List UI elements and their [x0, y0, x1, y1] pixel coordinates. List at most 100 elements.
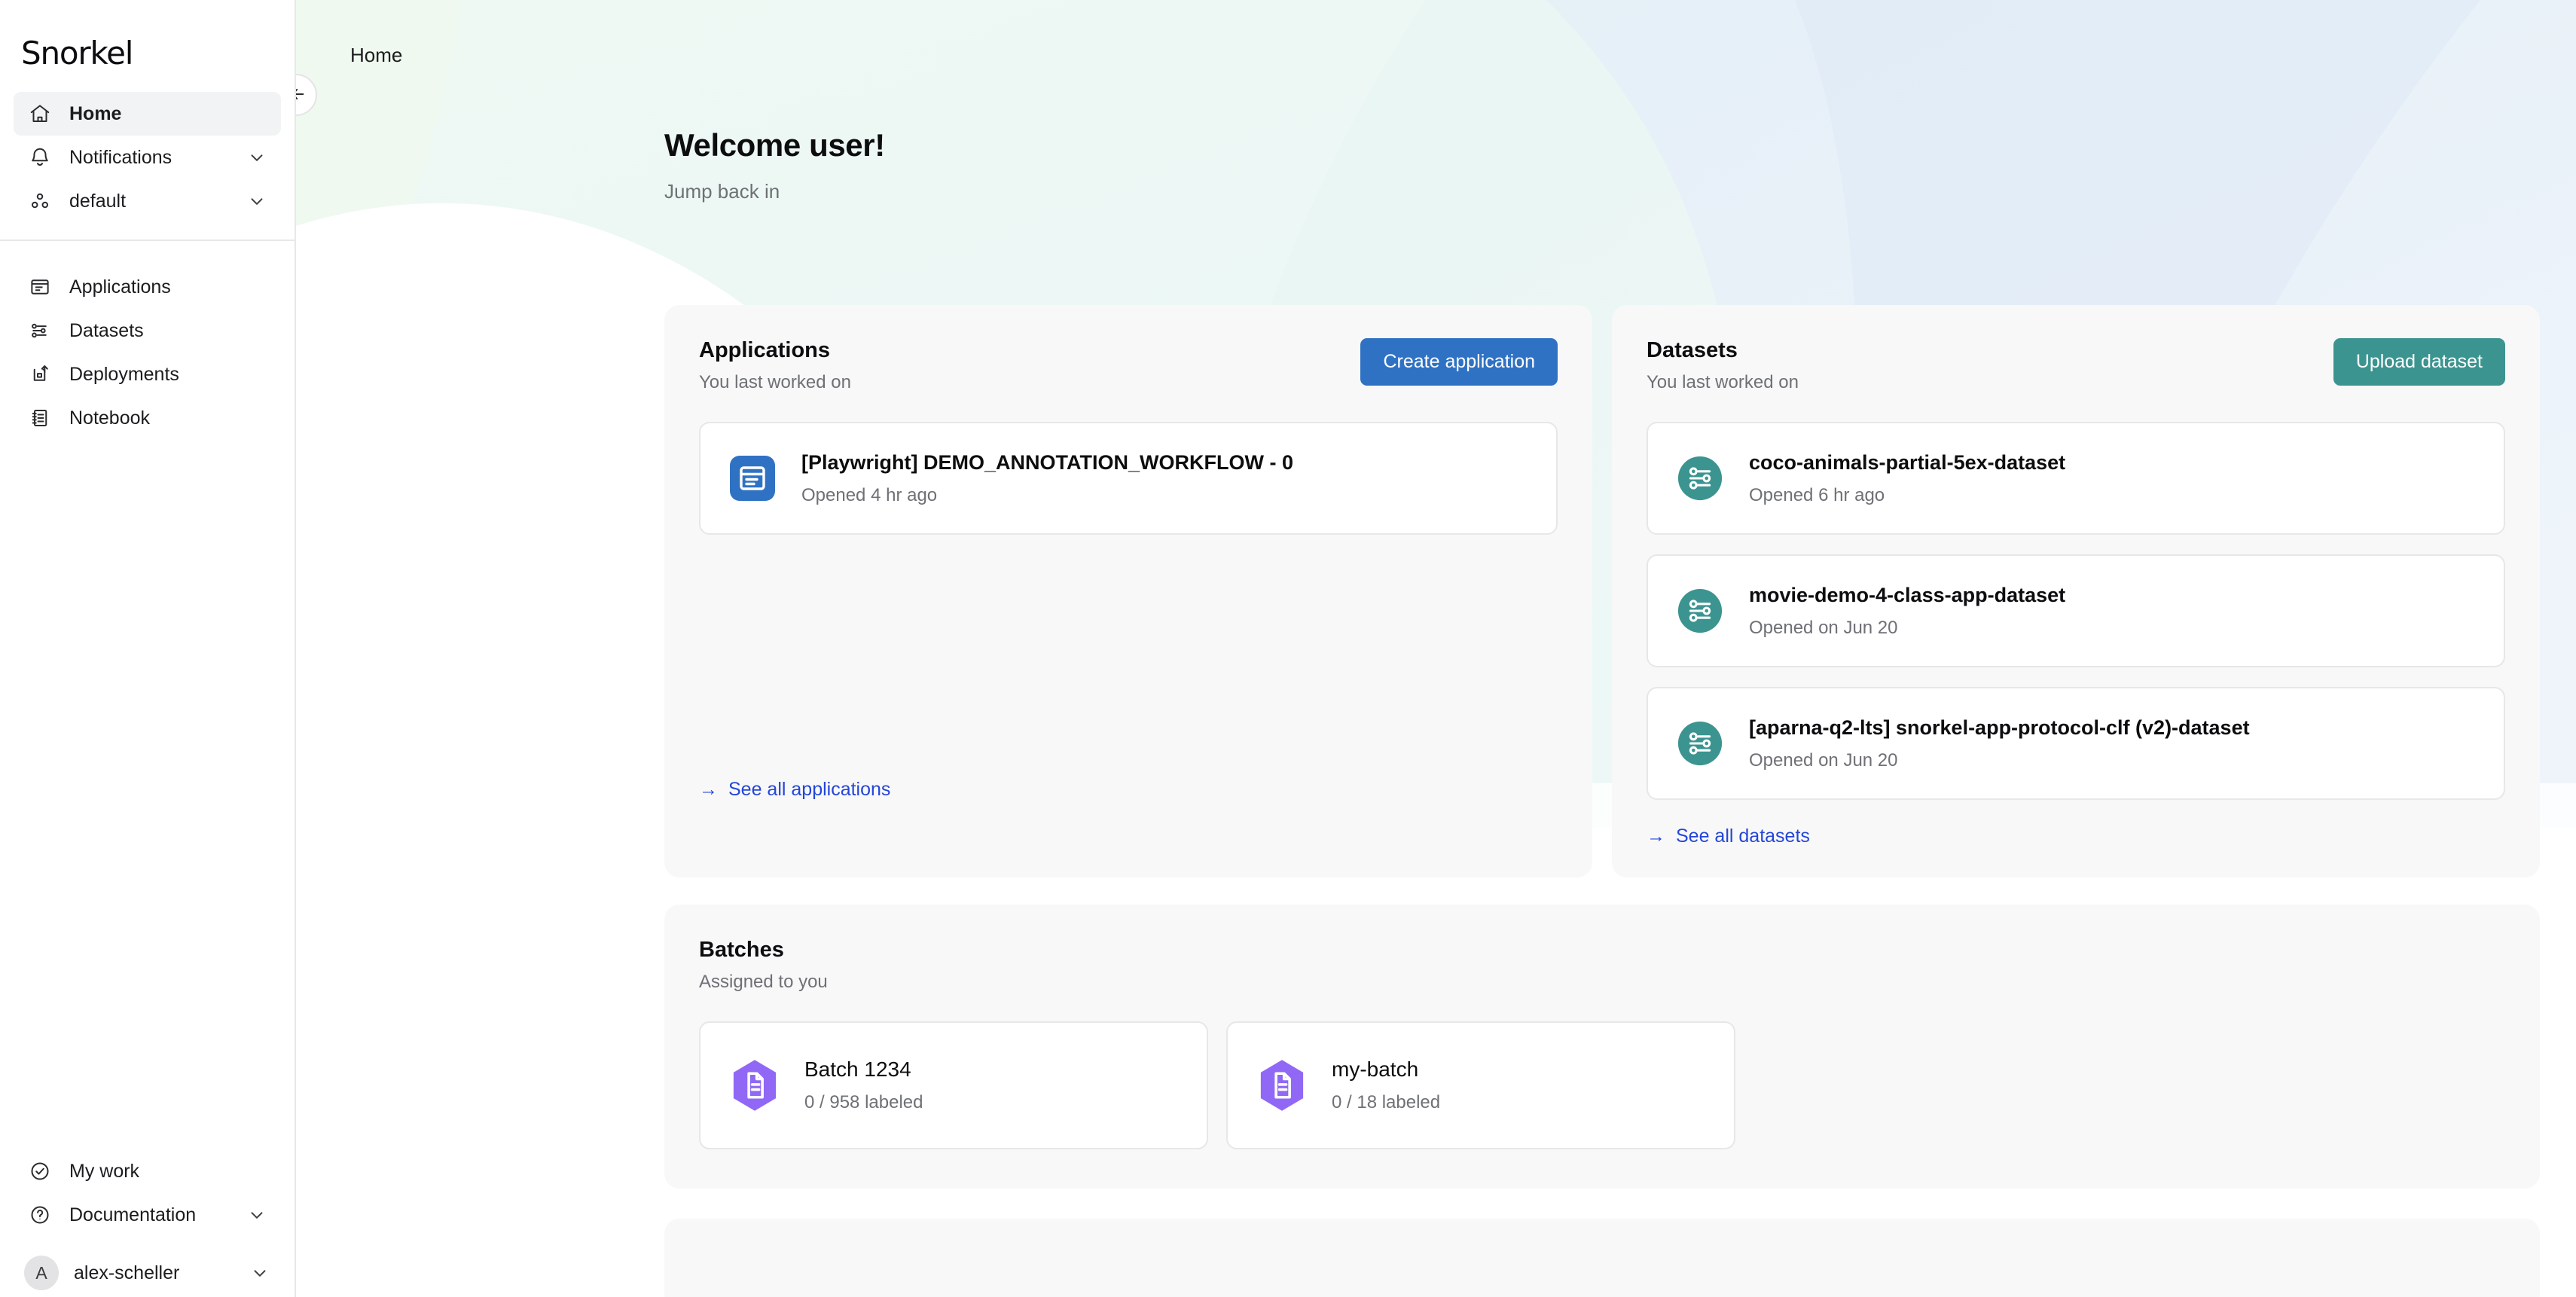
- sidebar-item-deployments-label: Deployments: [69, 363, 179, 385]
- sidebar-bottom-nav: My work Documentation A alex-scheller: [0, 1149, 295, 1297]
- page-subtitle: Jump back in: [664, 180, 780, 203]
- welcome-block: Welcome user! Jump back in: [296, 67, 2576, 203]
- sidebar-item-notifications[interactable]: Notifications: [14, 136, 281, 179]
- dataset-item-text: movie-demo-4-class-app-dataset Opened on…: [1749, 584, 2065, 639]
- application-item-text: [Playwright] DEMO_ANNOTATION_WORKFLOW - …: [801, 451, 1293, 506]
- question-circle-icon: [27, 1202, 53, 1228]
- main-content: Home Welcome user! Jump back in Applicat…: [296, 0, 2576, 1297]
- sidebar-item-documentation-label: Documentation: [69, 1204, 197, 1225]
- arrow-right-icon: →: [699, 779, 718, 800]
- sidebar-item-notebook-label: Notebook: [69, 407, 151, 429]
- sidebar-item-home-label: Home: [69, 102, 122, 124]
- sidebar-item-deployments[interactable]: Deployments: [14, 352, 281, 396]
- sidebar-divider: [0, 240, 295, 241]
- applications-panel-subtitle: You last worked on: [699, 372, 851, 392]
- collapse-left-icon: [296, 84, 307, 107]
- sidebar-item-home[interactable]: Home: [14, 92, 281, 136]
- application-item-name: [Playwright] DEMO_ANNOTATION_WORKFLOW - …: [801, 450, 1293, 474]
- sidebar-user-menu[interactable]: A alex-scheller: [14, 1249, 281, 1297]
- chevron-down-icon: [246, 1204, 267, 1225]
- dataset-item-name: coco-animals-partial-5ex-dataset: [1749, 450, 2066, 474]
- sidebar-item-notebook[interactable]: Notebook: [14, 396, 281, 440]
- brand-logo[interactable]: Snorkel: [0, 0, 295, 83]
- sidebar: Snorkel Home Notifications default Appli…: [0, 0, 296, 1297]
- application-card-icon: [726, 452, 779, 505]
- brand-logo-text: Snorkel: [21, 35, 133, 72]
- dataset-sliders-icon: [1674, 717, 1726, 770]
- batch-item-meta: 0 / 18 labeled: [1332, 1092, 1441, 1112]
- sidebar-item-default-workspace[interactable]: default: [14, 179, 281, 223]
- home-icon: [27, 101, 53, 127]
- batch-item-text: Batch 1234 0 / 958 labeled: [804, 1057, 923, 1113]
- batch-list-item[interactable]: my-batch 0 / 18 labeled: [1226, 1021, 1735, 1149]
- see-all-datasets-link[interactable]: → See all datasets: [1647, 826, 1810, 847]
- batch-item-name: my-batch: [1332, 1057, 1419, 1081]
- dataset-item-meta: Opened on Jun 20: [1749, 749, 1898, 771]
- sidebar-item-documentation[interactable]: Documentation: [14, 1193, 281, 1237]
- notebook-icon: [27, 405, 53, 431]
- sidebar-item-notifications-label: Notifications: [69, 146, 172, 168]
- dataset-item-text: coco-animals-partial-5ex-dataset Opened …: [1749, 451, 2065, 506]
- avatar: A: [24, 1256, 59, 1290]
- dataset-item-text: [aparna-q2-lts] snorkel-app-protocol-clf…: [1749, 716, 2250, 771]
- create-application-button[interactable]: Create application: [1360, 338, 1558, 386]
- batch-item-meta: 0 / 958 labeled: [804, 1092, 923, 1112]
- upload-dataset-button[interactable]: Upload dataset: [2333, 338, 2505, 386]
- workspace-icon: [27, 188, 53, 214]
- see-all-applications-link[interactable]: → See all applications: [699, 779, 890, 801]
- sidebar-primary-nav: Home Notifications default: [0, 83, 295, 223]
- applications-panel: Applications You last worked on Create a…: [664, 305, 1592, 877]
- dataset-list-item[interactable]: [aparna-q2-lts] snorkel-app-protocol-clf…: [1647, 687, 2505, 800]
- sidebar-secondary-nav: Applications Datasets Deployments Notebo…: [0, 256, 295, 440]
- dataset-item-name: movie-demo-4-class-app-dataset: [1749, 583, 2066, 606]
- sidebar-item-applications-label: Applications: [69, 276, 171, 298]
- page-title: Welcome user!: [664, 127, 885, 163]
- check-circle-icon: [27, 1158, 53, 1184]
- application-item-meta: Opened 4 hr ago: [801, 484, 938, 505]
- dataset-item-meta: Opened on Jun 20: [1749, 617, 1898, 638]
- dataset-list-item[interactable]: movie-demo-4-class-app-dataset Opened on…: [1647, 554, 2505, 667]
- datasets-panel-subtitle: You last worked on: [1647, 372, 1799, 392]
- see-all-applications-label: See all applications: [728, 779, 891, 800]
- panels-row: Applications You last worked on Create a…: [296, 203, 2576, 877]
- applications-list: [Playwright] DEMO_ANNOTATION_WORKFLOW - …: [699, 422, 1558, 753]
- batch-hexagon-icon: [1253, 1057, 1311, 1114]
- batch-hexagon-icon: [726, 1057, 783, 1114]
- batches-list: Batch 1234 0 / 958 labeled my-batch 0 / …: [699, 1021, 2505, 1149]
- applications-icon: [27, 274, 53, 300]
- datasets-panel-titles: Datasets You last worked on: [1647, 338, 1799, 393]
- sidebar-user-name: alex-scheller: [74, 1262, 180, 1283]
- datasets-panel: Datasets You last worked on Upload datas…: [1612, 305, 2540, 877]
- dataset-sliders-icon: [1674, 452, 1726, 505]
- batch-item-text: my-batch 0 / 18 labeled: [1332, 1057, 1440, 1113]
- datasets-list: coco-animals-partial-5ex-dataset Opened …: [1647, 422, 2505, 800]
- see-all-datasets-label: See all datasets: [1676, 826, 1810, 847]
- applications-panel-title: Applications: [699, 338, 831, 362]
- application-list-item[interactable]: [Playwright] DEMO_ANNOTATION_WORKFLOW - …: [699, 422, 1558, 535]
- batches-panel-title: Batches: [699, 938, 784, 962]
- sidebar-item-applications[interactable]: Applications: [14, 265, 281, 309]
- app-root: Snorkel Home Notifications default Appli…: [0, 0, 2576, 1297]
- dataset-list-item[interactable]: coco-animals-partial-5ex-dataset Opened …: [1647, 422, 2505, 535]
- bell-icon: [27, 145, 53, 170]
- datasets-icon: [27, 318, 53, 343]
- breadcrumb[interactable]: Home: [296, 0, 2576, 67]
- deployments-icon: [27, 362, 53, 387]
- page-content: Home Welcome user! Jump back in Applicat…: [296, 0, 2576, 1297]
- applications-panel-header: Applications You last worked on Create a…: [699, 338, 1558, 393]
- dataset-item-meta: Opened 6 hr ago: [1749, 484, 1885, 505]
- datasets-panel-title: Datasets: [1647, 338, 1738, 362]
- sidebar-item-my-work[interactable]: My work: [14, 1149, 281, 1193]
- chevron-down-icon: [246, 147, 267, 168]
- sidebar-item-datasets[interactable]: Datasets: [14, 309, 281, 352]
- sidebar-item-datasets-label: Datasets: [69, 319, 144, 341]
- batch-list-item[interactable]: Batch 1234 0 / 958 labeled: [699, 1021, 1208, 1149]
- chevron-down-icon: [246, 191, 267, 212]
- datasets-panel-header: Datasets You last worked on Upload datas…: [1647, 338, 2505, 393]
- next-panel-partial: [664, 1219, 2540, 1297]
- batches-panel: Batches Assigned to you Batch 1234 0 / 9…: [664, 905, 2540, 1189]
- arrow-right-icon: →: [1647, 826, 1665, 847]
- dataset-item-name: [aparna-q2-lts] snorkel-app-protocol-clf…: [1749, 716, 2250, 739]
- dataset-sliders-icon: [1674, 584, 1726, 637]
